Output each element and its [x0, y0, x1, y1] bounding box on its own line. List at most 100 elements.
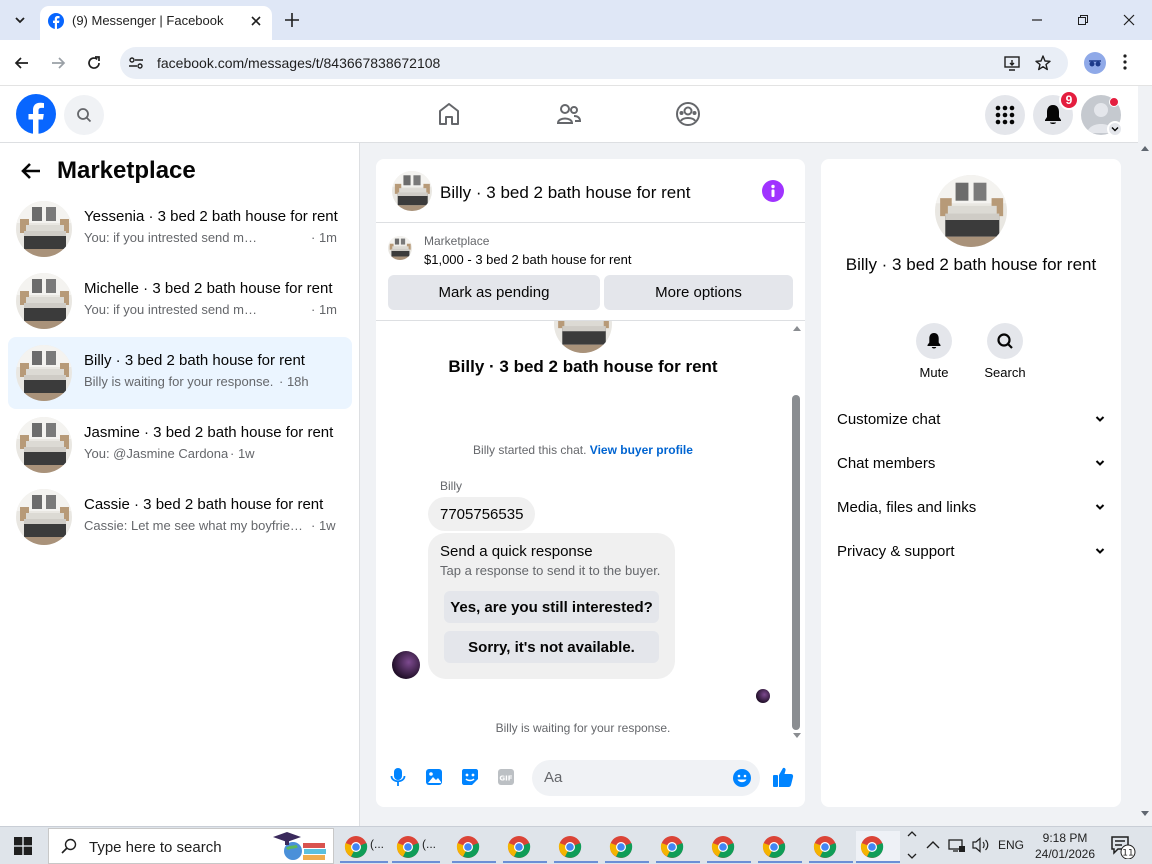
thumbs-up-icon[interactable] [772, 766, 794, 788]
taskbar-chrome-profile[interactable] [758, 831, 802, 863]
taskbar-chrome-profile[interactable] [503, 831, 547, 863]
tab-search-button[interactable] [8, 8, 32, 32]
back-arrow-icon[interactable] [20, 161, 42, 181]
listing-intro-thumbnail [554, 321, 612, 353]
taskbar-chrome-profile[interactable] [707, 831, 751, 863]
sender-avatar[interactable] [392, 651, 420, 679]
mute-button[interactable]: Mute [904, 323, 964, 380]
conversation-item-active[interactable]: Billy · 3 bed 2 bath house for rent Bill… [8, 337, 352, 409]
svg-text:GIF: GIF [499, 775, 512, 783]
menu-button[interactable] [985, 95, 1025, 135]
section-label: Privacy & support [837, 543, 955, 560]
taskbar-chrome-window[interactable]: (... [340, 831, 388, 863]
minimize-button[interactable] [1025, 8, 1049, 32]
notification-center-icon[interactable]: 11 [1110, 835, 1136, 859]
account-menu-toggle[interactable] [1107, 121, 1123, 137]
taskbar-chrome-profile[interactable] [656, 831, 700, 863]
microphone-icon[interactable] [390, 767, 406, 787]
conversation-item[interactable]: Michelle · 3 bed 2 bath house for rent Y… [8, 265, 352, 337]
quick-reply-button[interactable]: Yes, are you still interested? [444, 591, 659, 623]
quick-reply-button[interactable]: Sorry, it's not available. [444, 631, 659, 663]
view-buyer-profile-link[interactable]: View buyer profile [590, 443, 693, 457]
chrome-icon [558, 835, 582, 859]
chrome-icon [396, 835, 420, 859]
conversation-item[interactable]: Jasmine · 3 bed 2 bath house for rent Yo… [8, 409, 352, 481]
new-tab-icon[interactable] [282, 10, 302, 30]
listing-thumbnail[interactable] [388, 236, 412, 260]
message-input[interactable]: Aa [532, 760, 760, 796]
bookmark-star-icon[interactable] [1034, 54, 1052, 72]
sticker-icon[interactable] [460, 767, 480, 787]
taskbar-chrome-profile[interactable] [605, 831, 649, 863]
arrow-right-icon [52, 57, 66, 69]
input-language[interactable]: ENG [998, 838, 1024, 852]
details-title: Billy · 3 bed 2 bath house for rent [845, 255, 1097, 274]
listing-price-title[interactable]: $1,000 - 3 bed 2 bath house for rent [424, 252, 631, 267]
conversation-item[interactable]: Yessenia · 3 bed 2 bath house for rent Y… [8, 193, 352, 265]
scroll-down-icon[interactable] [793, 733, 801, 739]
message-bubble[interactable]: 7705756535 [428, 497, 536, 531]
browser-tab-active[interactable]: (9) Messenger | Facebook [40, 6, 272, 40]
chat-members-section[interactable]: Chat members [837, 450, 1105, 478]
page-scrollbar[interactable] [1138, 143, 1152, 826]
address-bar[interactable]: facebook.com/messages/t/843667838672108 [120, 47, 1068, 79]
media-files-links-section[interactable]: Media, files and links [837, 494, 1105, 522]
reload-button[interactable] [83, 52, 105, 74]
conversation-list-panel: Marketplace Yessenia · 3 bed 2 bath hous… [0, 143, 360, 826]
taskbar-chrome-profile[interactable] [554, 831, 598, 863]
listing-banner: Marketplace $1,000 - 3 bed 2 bath house … [376, 223, 805, 321]
network-icon[interactable] [948, 837, 966, 853]
close-tab-icon[interactable] [248, 13, 264, 29]
chrome-icon [860, 835, 884, 859]
taskbar-chrome-profile-active[interactable] [856, 831, 900, 863]
close-window-button[interactable] [1117, 8, 1141, 32]
quick-response-title: Send a quick response [440, 543, 593, 560]
browser-profile-avatar[interactable] [1084, 52, 1106, 74]
url-text[interactable]: facebook.com/messages/t/843667838672108 [157, 55, 440, 71]
read-receipt-avatar [756, 689, 770, 703]
gif-icon[interactable]: GIF [497, 767, 515, 787]
scroll-up-icon[interactable] [1141, 145, 1149, 151]
details-thumbnail[interactable] [935, 175, 1007, 247]
thread-scroll-thumb[interactable] [792, 395, 800, 730]
facebook-logo-icon[interactable] [16, 94, 56, 134]
chat-title[interactable]: Billy · 3 bed 2 bath house for rent [440, 183, 690, 203]
install-app-icon[interactable] [1003, 54, 1021, 72]
chat-header: Billy · 3 bed 2 bath house for rent [376, 159, 805, 223]
search-icon-circle [987, 323, 1023, 359]
browser-menu-icon[interactable] [1122, 53, 1128, 71]
site-info-icon[interactable] [128, 55, 144, 71]
taskbar-chrome-profile[interactable] [809, 831, 853, 863]
conversation-info-icon[interactable] [762, 180, 784, 202]
taskbar-chrome-profile[interactable] [452, 831, 496, 863]
friends-icon[interactable] [556, 101, 582, 127]
facebook-header [0, 86, 1138, 143]
taskbar-clock[interactable]: 9:18 PM 24/01/2026 [1030, 830, 1100, 862]
more-options-button[interactable]: More options [604, 275, 793, 310]
photo-icon[interactable] [425, 767, 443, 787]
search-in-conversation-button[interactable]: Search [975, 323, 1035, 380]
mark-as-pending-button[interactable]: Mark as pending [388, 275, 600, 310]
taskbar-search-box[interactable]: Type here to search [48, 828, 334, 864]
chat-header-thumbnail[interactable] [392, 171, 432, 211]
groups-icon[interactable] [675, 101, 701, 127]
conversation-item[interactable]: Cassie · 3 bed 2 bath house for rent Cas… [8, 481, 352, 553]
volume-icon[interactable] [972, 837, 990, 853]
forward-button[interactable] [47, 52, 69, 74]
search-button[interactable] [64, 95, 104, 135]
listing-thumbnail [16, 273, 72, 329]
emoji-icon[interactable] [732, 768, 752, 788]
restore-icon [1078, 15, 1088, 25]
chrome-icon [609, 835, 633, 859]
privacy-support-section[interactable]: Privacy & support [837, 538, 1105, 566]
taskbar-chrome-window[interactable]: (... [392, 831, 440, 863]
back-button[interactable] [11, 52, 33, 74]
scroll-down-icon[interactable] [1141, 811, 1149, 817]
taskbar-scroll-icon[interactable] [906, 829, 918, 861]
restore-button[interactable] [1071, 8, 1095, 32]
windows-start-icon[interactable] [14, 837, 32, 855]
show-hidden-icons-icon[interactable] [926, 840, 940, 850]
home-icon[interactable] [437, 101, 461, 127]
scroll-up-icon[interactable] [793, 325, 801, 331]
customize-chat-section[interactable]: Customize chat [837, 406, 1105, 434]
